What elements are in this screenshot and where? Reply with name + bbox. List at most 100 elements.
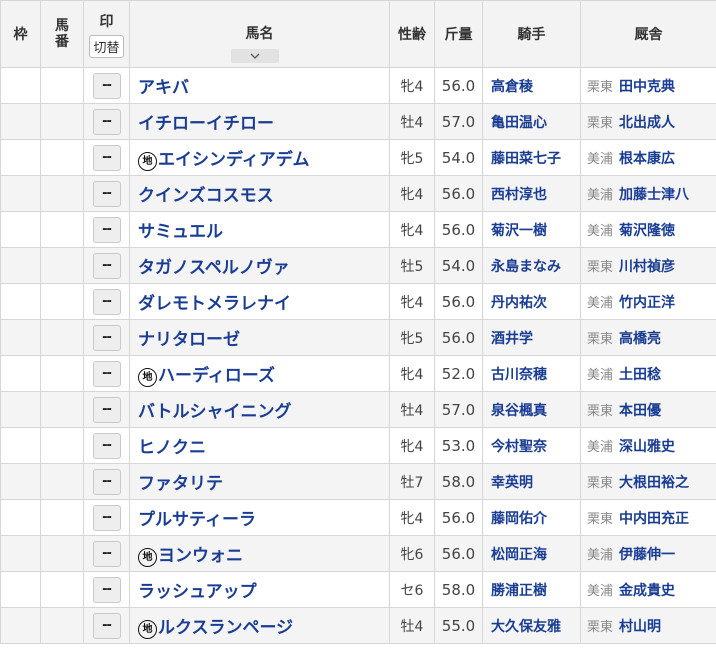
trainer-link[interactable]: 金成貴史 bbox=[619, 583, 675, 599]
sex-age-cell: 牡7 bbox=[389, 463, 435, 500]
table-row: -- プルサティーラ 牝4 56.0 藤岡佑介 栗東 中内田充正 bbox=[0, 499, 716, 536]
stable-cell: 美浦 深山雅史 bbox=[580, 427, 716, 464]
umaban-cell bbox=[40, 571, 84, 608]
weight-cell: 53.0 bbox=[434, 427, 483, 464]
waku-cell bbox=[0, 463, 41, 500]
chiho-badge-icon: 地 bbox=[138, 367, 157, 387]
table-row: -- 地ルクスランページ 牡4 55.0 大久保友雅 栗東 村山明 bbox=[0, 607, 716, 644]
jockey-link[interactable]: 古川奈穂 bbox=[491, 367, 547, 383]
sex-age-cell: 牝4 bbox=[389, 67, 435, 104]
mark-cell: -- bbox=[83, 103, 130, 140]
weight-cell: 56.0 bbox=[434, 499, 483, 536]
horse-name-link[interactable]: エイシンディアデム bbox=[158, 150, 309, 170]
jockey-link[interactable]: 亀田温心 bbox=[491, 115, 547, 131]
trainer-link[interactable]: 大根田裕之 bbox=[619, 475, 689, 491]
horse-name-link[interactable]: ハーディローズ bbox=[158, 366, 275, 386]
horse-name-cell: サミュエル bbox=[129, 211, 390, 248]
mark-button[interactable]: -- bbox=[92, 504, 121, 531]
header-stable: 厩舎 bbox=[580, 0, 716, 68]
trainer-link[interactable]: 北出成人 bbox=[619, 115, 675, 131]
mark-button[interactable]: -- bbox=[92, 432, 121, 459]
waku-cell bbox=[0, 535, 41, 572]
mark-button[interactable]: -- bbox=[92, 72, 121, 99]
trainer-link[interactable]: 竹内正洋 bbox=[619, 295, 675, 311]
mark-button[interactable]: -- bbox=[92, 108, 121, 135]
jockey-link[interactable]: 永島まなみ bbox=[491, 259, 561, 275]
stable-region: 栗東 bbox=[587, 475, 614, 491]
trainer-link[interactable]: 中内田充正 bbox=[619, 511, 689, 527]
mark-button[interactable]: -- bbox=[92, 396, 121, 423]
weight-cell: 52.0 bbox=[434, 355, 483, 392]
sex-age-cell: 牝4 bbox=[389, 175, 435, 212]
jockey-link[interactable]: 菊沢一樹 bbox=[491, 223, 547, 239]
trainer-link[interactable]: 高橋亮 bbox=[619, 331, 661, 347]
jockey-link[interactable]: 勝浦正樹 bbox=[491, 583, 547, 599]
jockey-cell: 大久保友雅 bbox=[482, 607, 581, 644]
horse-name-link[interactable]: ダレモトメラレナイ bbox=[138, 294, 291, 314]
trainer-link[interactable]: 川村禎彦 bbox=[619, 259, 675, 275]
sort-toggle[interactable] bbox=[231, 49, 279, 63]
jockey-link[interactable]: 松岡正海 bbox=[491, 547, 547, 563]
jockey-link[interactable]: 西村淳也 bbox=[491, 187, 547, 203]
trainer-link[interactable]: 土田稔 bbox=[619, 367, 661, 383]
trainer-link[interactable]: 加藤士津八 bbox=[619, 187, 689, 203]
trainer-link[interactable]: 深山雅史 bbox=[619, 439, 675, 455]
weight-cell: 56.0 bbox=[434, 211, 483, 248]
chiho-badge-icon: 地 bbox=[138, 619, 157, 639]
horse-name-link[interactable]: ラッシュアップ bbox=[138, 582, 257, 602]
horse-name-link[interactable]: プルサティーラ bbox=[138, 510, 256, 530]
jockey-link[interactable]: 幸英明 bbox=[491, 475, 533, 491]
mark-button[interactable]: -- bbox=[92, 468, 121, 495]
horse-name-cell: ダレモトメラレナイ bbox=[129, 283, 390, 320]
table-header: 枠 馬番 印 切替 馬名 性齢 斤量 騎手 厩舎 bbox=[0, 0, 716, 68]
stable-region: 美浦 bbox=[587, 367, 614, 383]
umaban-cell bbox=[40, 283, 84, 320]
trainer-link[interactable]: 田中克典 bbox=[619, 79, 675, 95]
jockey-link[interactable]: 今村聖奈 bbox=[491, 439, 547, 455]
horse-name-link[interactable]: タガノスペルノヴァ bbox=[138, 258, 290, 278]
horse-name-link[interactable]: ヨンウォニ bbox=[158, 546, 243, 566]
trainer-link[interactable]: 根本康広 bbox=[619, 151, 675, 167]
mark-button[interactable]: -- bbox=[92, 180, 121, 207]
horse-name-link[interactable]: サミュエル bbox=[138, 222, 223, 242]
mark-button[interactable]: -- bbox=[92, 360, 121, 387]
horse-name-link[interactable]: ナリタローゼ bbox=[138, 330, 240, 350]
mark-button[interactable]: -- bbox=[92, 252, 121, 279]
header-name[interactable]: 馬名 bbox=[129, 0, 390, 68]
horse-name-link[interactable]: バトルシャイニング bbox=[138, 402, 292, 422]
waku-cell bbox=[0, 391, 41, 428]
trainer-link[interactable]: 菊沢隆徳 bbox=[619, 223, 675, 239]
stable-cell: 栗東 村山明 bbox=[580, 607, 716, 644]
jockey-link[interactable]: 大久保友雅 bbox=[491, 619, 561, 635]
waku-cell bbox=[0, 175, 41, 212]
horse-name-cell: プルサティーラ bbox=[129, 499, 390, 536]
horse-name-link[interactable]: ヒノクニ bbox=[138, 438, 206, 458]
jockey-link[interactable]: 酒井学 bbox=[491, 331, 533, 347]
jockey-link[interactable]: 泉谷楓真 bbox=[491, 403, 547, 419]
mark-cell: -- bbox=[83, 319, 130, 356]
mark-button[interactable]: -- bbox=[92, 612, 121, 639]
horse-name-link[interactable]: クインズコスモス bbox=[138, 186, 274, 206]
jockey-link[interactable]: 丹内祐次 bbox=[491, 295, 547, 311]
jockey-link[interactable]: 藤田菜七子 bbox=[491, 151, 561, 167]
horse-name-link[interactable]: ファタリテ bbox=[138, 474, 223, 494]
stable-region: 美浦 bbox=[587, 295, 614, 311]
jockey-link[interactable]: 藤岡佑介 bbox=[491, 511, 547, 527]
mark-button[interactable]: -- bbox=[92, 324, 121, 351]
trainer-link[interactable]: 村山明 bbox=[619, 619, 661, 635]
mark-button[interactable]: -- bbox=[92, 216, 121, 243]
horse-name-link[interactable]: ルクスランページ bbox=[158, 618, 293, 638]
mark-button[interactable]: -- bbox=[92, 288, 121, 315]
table-row: -- ラッシュアップ セ6 58.0 勝浦正樹 美浦 金成貴史 bbox=[0, 571, 716, 608]
jockey-link[interactable]: 高倉稜 bbox=[491, 79, 533, 95]
horse-name-link[interactable]: アキバ bbox=[138, 78, 189, 98]
mark-button[interactable]: -- bbox=[92, 576, 121, 603]
table-body: -- アキバ 牝4 56.0 高倉稜 栗東 田中克典 -- イチローイチロー 牡4… bbox=[0, 67, 716, 644]
mark-button[interactable]: -- bbox=[92, 144, 121, 171]
trainer-link[interactable]: 伊藤伸一 bbox=[619, 547, 675, 563]
trainer-link[interactable]: 本田優 bbox=[619, 403, 661, 419]
mark-switch-button[interactable]: 切替 bbox=[89, 34, 124, 58]
mark-cell: -- bbox=[83, 247, 130, 284]
mark-button[interactable]: -- bbox=[92, 540, 121, 567]
horse-name-link[interactable]: イチローイチロー bbox=[138, 114, 274, 134]
